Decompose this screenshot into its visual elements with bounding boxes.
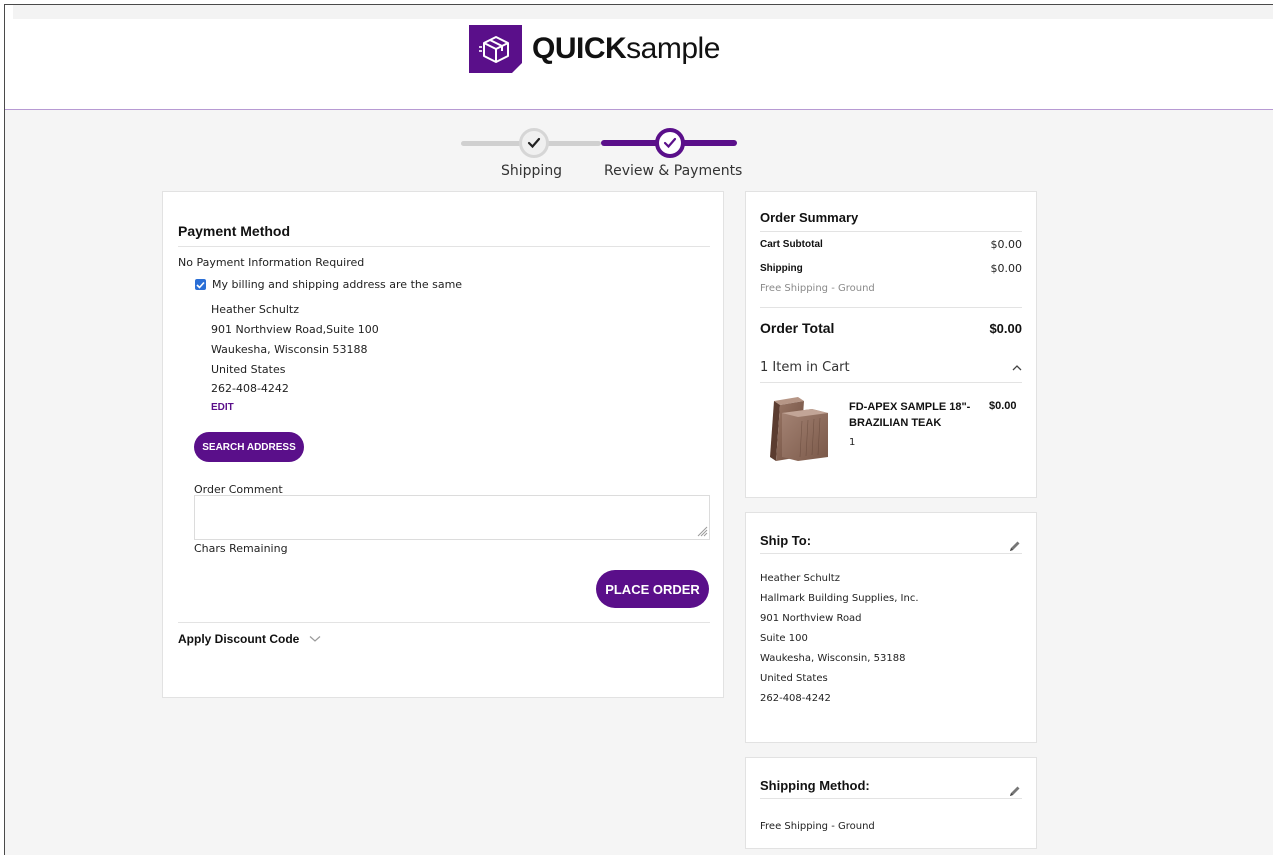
ship-to-line: Waukesha, Wisconsin, 53188 bbox=[760, 653, 906, 664]
payment-method-title: Payment Method bbox=[178, 223, 291, 239]
items-in-cart-label: 1 Item in Cart bbox=[760, 360, 850, 375]
divider bbox=[178, 246, 710, 247]
order-summary-title: Order Summary bbox=[760, 210, 859, 225]
page-frame: QUICKsample Shipping Review & Payments P… bbox=[4, 4, 1273, 855]
site-header: QUICKsample bbox=[5, 5, 1273, 110]
ship-to-title: Ship To: bbox=[760, 533, 812, 548]
step-shipping-indicator[interactable] bbox=[519, 128, 549, 158]
divider bbox=[760, 231, 1022, 232]
shipping-method-note: Free Shipping - Ground bbox=[760, 283, 875, 294]
divider bbox=[760, 307, 1022, 308]
checkout-progress: Shipping Review & Payments bbox=[461, 125, 743, 185]
brand-light-text: sample bbox=[626, 32, 720, 65]
ship-to-line: Hallmark Building Supplies, Inc. bbox=[760, 593, 919, 604]
shipping-method-card: Shipping Method: Free Shipping - Ground bbox=[745, 757, 1037, 849]
chars-remaining-label: Chars Remaining bbox=[194, 542, 288, 555]
resize-handle-icon[interactable] bbox=[696, 525, 708, 537]
header-top-strip bbox=[13, 5, 1273, 19]
order-comment-input[interactable] bbox=[194, 495, 710, 540]
product-qty: 1 bbox=[849, 437, 856, 448]
shipping-row: Shipping $0.00 bbox=[760, 262, 1022, 275]
product-thumbnail bbox=[764, 395, 834, 469]
ship-to-line: Heather Schultz bbox=[760, 573, 840, 584]
items-in-cart-toggle[interactable]: 1 Item in Cart bbox=[760, 360, 1022, 375]
checkmark-icon bbox=[527, 137, 541, 149]
order-total-row: Order Total $0.00 bbox=[760, 320, 1022, 336]
same-address-checkbox[interactable] bbox=[195, 279, 206, 290]
payment-method-card: Payment Method No Payment Information Re… bbox=[162, 191, 724, 698]
discount-label: Apply Discount Code bbox=[178, 632, 300, 646]
shipping-label: Shipping bbox=[760, 263, 803, 274]
divider bbox=[760, 553, 1022, 554]
billing-street: 901 Northview Road,Suite 100 bbox=[211, 323, 379, 336]
same-address-row[interactable]: My billing and shipping address are the … bbox=[195, 278, 462, 291]
order-total-value: $0.00 bbox=[989, 320, 1022, 336]
step-review-label: Review & Payments bbox=[604, 163, 743, 179]
shipping-value: $0.00 bbox=[990, 262, 1023, 275]
chevron-up-icon bbox=[1012, 365, 1022, 371]
order-summary-card: Order Summary Cart Subtotal $0.00 Shippi… bbox=[745, 191, 1037, 498]
checkmark-icon bbox=[196, 281, 205, 289]
divider bbox=[760, 382, 1022, 383]
decking-board-icon bbox=[770, 397, 828, 461]
package-icon bbox=[469, 25, 522, 73]
order-total-label: Order Total bbox=[760, 320, 835, 336]
billing-name: Heather Schultz bbox=[211, 303, 299, 316]
billing-phone: 262-408-4242 bbox=[211, 382, 289, 395]
product-name-line2: BRAZILIAN TEAK bbox=[849, 417, 942, 429]
ship-to-line: Suite 100 bbox=[760, 633, 808, 644]
step-review-indicator bbox=[655, 128, 685, 158]
ship-to-line: United States bbox=[760, 673, 828, 684]
product-price: $0.00 bbox=[989, 400, 1017, 412]
shipping-method-value: Free Shipping - Ground bbox=[760, 821, 875, 832]
ship-to-line: 262-408-4242 bbox=[760, 693, 831, 704]
step-shipping-label[interactable]: Shipping bbox=[501, 163, 562, 179]
checkmark-icon bbox=[663, 137, 677, 149]
brand-wordmark: QUICKsample bbox=[532, 32, 720, 66]
billing-city: Waukesha, Wisconsin 53188 bbox=[211, 343, 368, 356]
place-order-button[interactable]: PLACE ORDER bbox=[596, 570, 709, 608]
divider bbox=[178, 622, 710, 623]
discount-toggle[interactable]: Apply Discount Code bbox=[178, 632, 321, 646]
subtotal-label: Cart Subtotal bbox=[760, 239, 823, 250]
subtotal-row: Cart Subtotal $0.00 bbox=[760, 238, 1022, 251]
same-address-label: My billing and shipping address are the … bbox=[212, 278, 463, 291]
product-name: FD-APEX SAMPLE 18"- BRAZILIAN TEAK bbox=[849, 399, 979, 431]
shipping-method-title: Shipping Method: bbox=[760, 778, 870, 793]
brand-logo[interactable]: QUICKsample bbox=[469, 24, 720, 74]
divider bbox=[760, 798, 1022, 799]
product-name-line1: FD-APEX SAMPLE 18"- bbox=[849, 401, 971, 413]
chevron-down-icon bbox=[309, 636, 321, 642]
ship-to-card: Ship To: Heather Schultz Hallmark Buildi… bbox=[745, 512, 1037, 743]
brand-bold-text: QUICK bbox=[532, 32, 627, 65]
no-payment-text: No Payment Information Required bbox=[178, 256, 365, 269]
pencil-edit-icon[interactable] bbox=[1008, 539, 1022, 553]
ship-to-line: 901 Northview Road bbox=[760, 613, 862, 624]
billing-country: United States bbox=[211, 363, 286, 376]
edit-address-link[interactable]: EDIT bbox=[211, 402, 234, 413]
subtotal-value: $0.00 bbox=[990, 238, 1023, 251]
search-address-button[interactable]: SEARCH ADDRESS bbox=[194, 432, 304, 462]
pencil-edit-icon[interactable] bbox=[1008, 784, 1022, 798]
